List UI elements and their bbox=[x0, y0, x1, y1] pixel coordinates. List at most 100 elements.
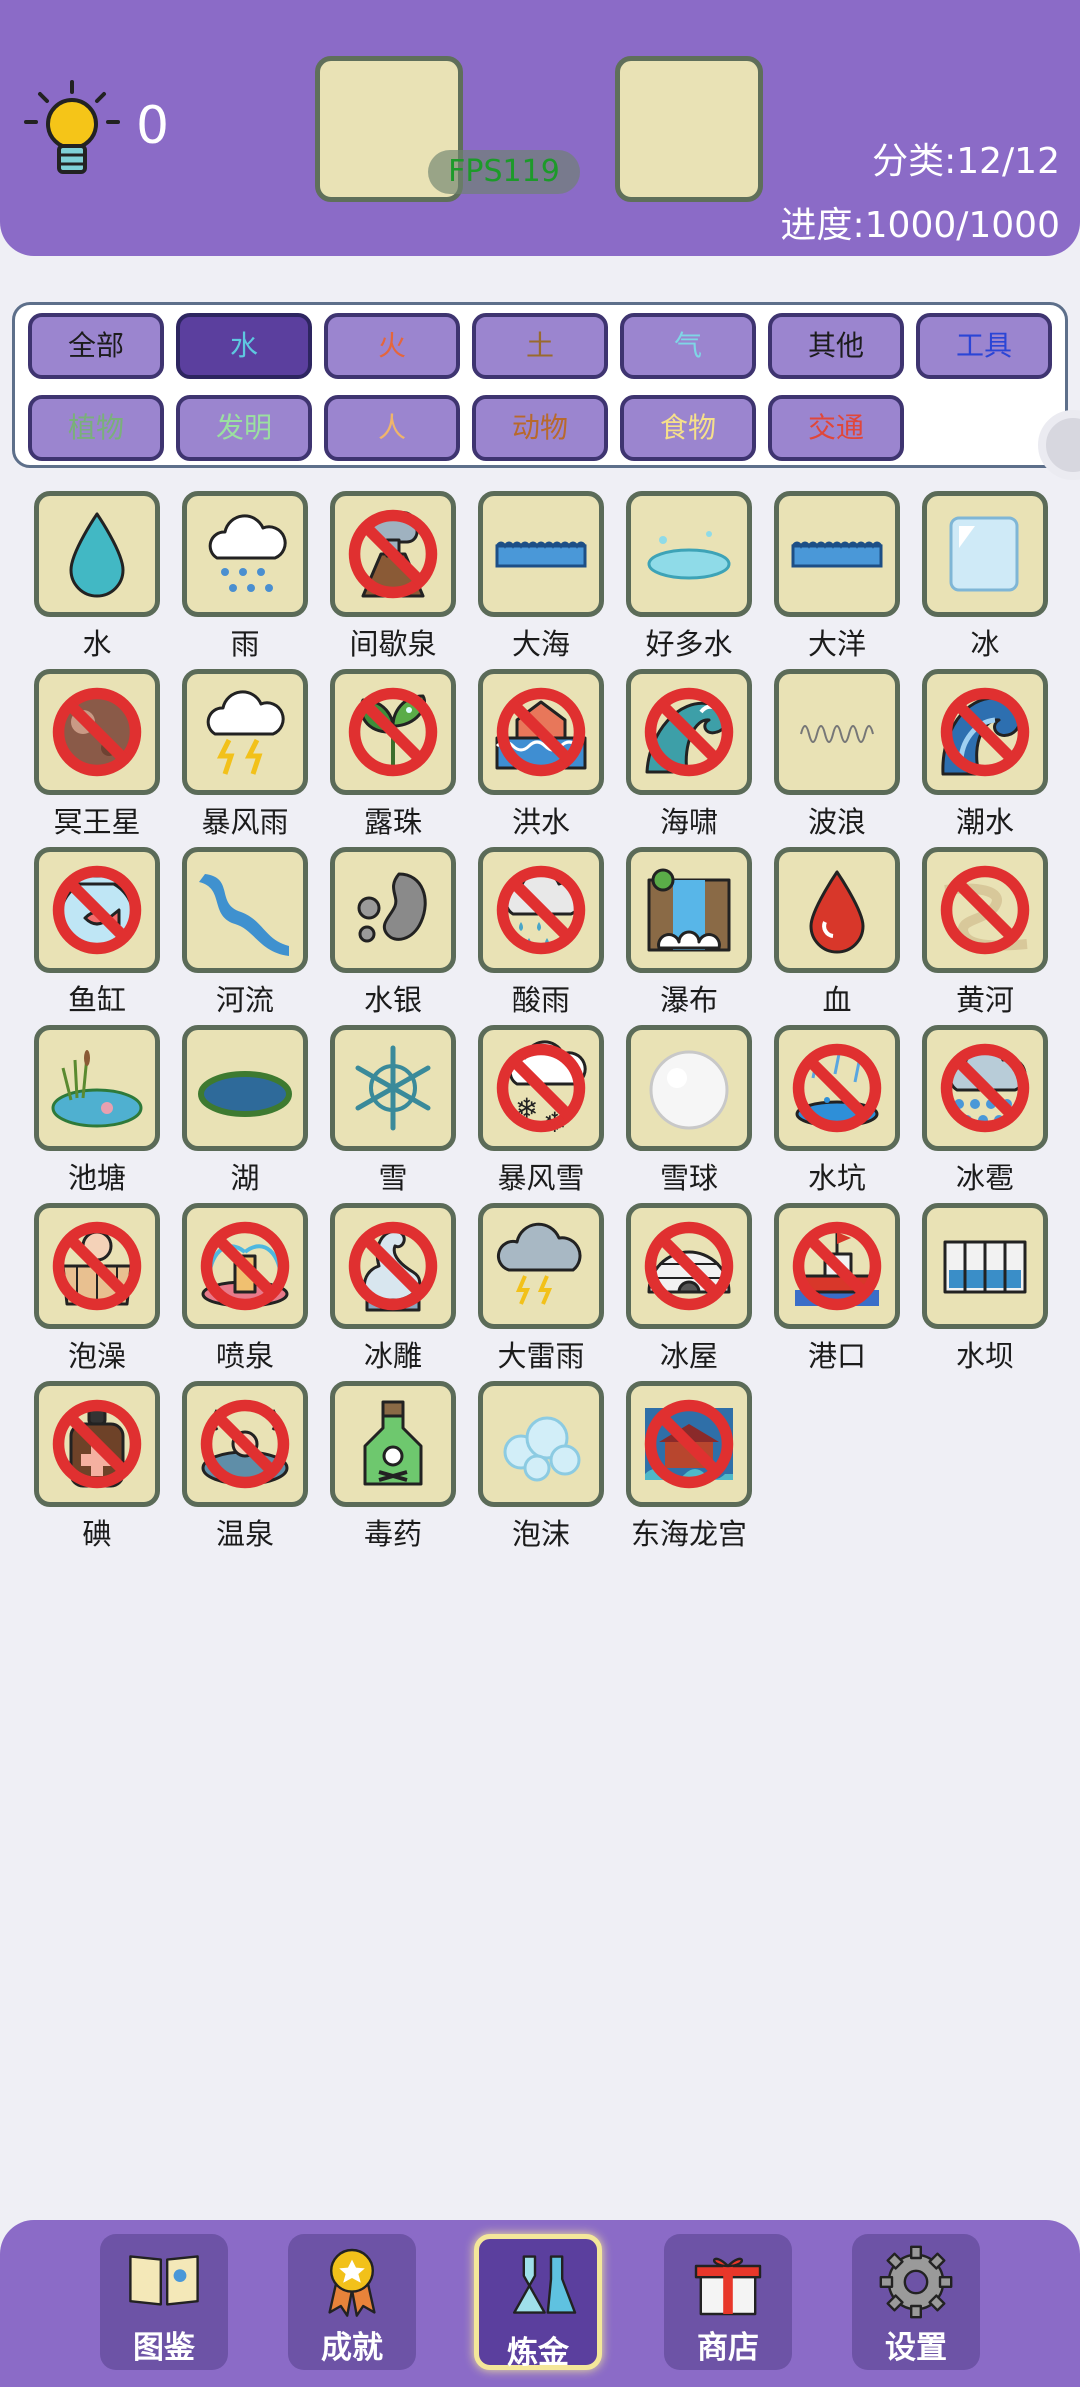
category-chip[interactable]: 水 bbox=[176, 313, 312, 379]
element-card[interactable]: 大海 bbox=[476, 488, 606, 664]
element-card[interactable]: 波浪 bbox=[772, 666, 902, 842]
element-card[interactable]: 洪水 bbox=[476, 666, 606, 842]
element-card[interactable]: 间歇泉 bbox=[328, 488, 458, 664]
element-tile[interactable] bbox=[330, 1203, 456, 1329]
element-tile[interactable] bbox=[626, 847, 752, 973]
nav-flask-button[interactable]: 炼金 bbox=[474, 2234, 602, 2371]
lightbulb-hint-icon[interactable] bbox=[22, 78, 122, 182]
element-card[interactable]: 血 bbox=[772, 844, 902, 1020]
element-tile[interactable] bbox=[34, 1025, 160, 1151]
element-card[interactable]: 温泉 bbox=[180, 1378, 310, 1554]
element-card[interactable]: 雨 bbox=[180, 488, 310, 664]
element-tile[interactable] bbox=[626, 491, 752, 617]
nav-medal-button[interactable]: 成就 bbox=[288, 2234, 416, 2370]
element-tile[interactable] bbox=[626, 1203, 752, 1329]
element-card[interactable]: 大洋 bbox=[772, 488, 902, 664]
element-card[interactable]: 泡沫 bbox=[476, 1378, 606, 1554]
element-tile[interactable] bbox=[774, 491, 900, 617]
element-tile[interactable] bbox=[182, 669, 308, 795]
element-card[interactable]: 暴风雨 bbox=[180, 666, 310, 842]
element-tile[interactable] bbox=[34, 669, 160, 795]
element-card[interactable]: 瀑布 bbox=[624, 844, 754, 1020]
category-chip[interactable]: 土 bbox=[472, 313, 608, 379]
element-tile[interactable] bbox=[774, 847, 900, 973]
element-card[interactable]: 水 bbox=[32, 488, 162, 664]
element-tile[interactable] bbox=[922, 1203, 1048, 1329]
element-tile[interactable] bbox=[626, 1381, 752, 1507]
element-tile[interactable] bbox=[478, 491, 604, 617]
element-tile[interactable] bbox=[922, 847, 1048, 973]
element-tile[interactable] bbox=[478, 1381, 604, 1507]
element-card[interactable]: 水坝 bbox=[920, 1200, 1050, 1376]
element-card[interactable]: 泡澡 bbox=[32, 1200, 162, 1376]
element-card[interactable]: 黄河 bbox=[920, 844, 1050, 1020]
element-card[interactable]: 好多水 bbox=[624, 488, 754, 664]
category-chip[interactable]: 人 bbox=[324, 395, 460, 461]
element-tile[interactable] bbox=[922, 491, 1048, 617]
element-tile[interactable] bbox=[182, 847, 308, 973]
element-card[interactable]: 冥王星 bbox=[32, 666, 162, 842]
element-tile[interactable] bbox=[182, 491, 308, 617]
element-tile[interactable] bbox=[34, 1381, 160, 1507]
element-tile[interactable] bbox=[626, 669, 752, 795]
element-card[interactable]: 池塘 bbox=[32, 1022, 162, 1198]
element-tile[interactable] bbox=[774, 669, 900, 795]
element-card[interactable]: 冰雹 bbox=[920, 1022, 1050, 1198]
element-tile[interactable]: ❄ ❄ bbox=[478, 1025, 604, 1151]
element-tile[interactable] bbox=[922, 669, 1048, 795]
category-chip[interactable]: 火 bbox=[324, 313, 460, 379]
element-card[interactable]: 露珠 bbox=[328, 666, 458, 842]
element-card[interactable]: 大雷雨 bbox=[476, 1200, 606, 1376]
category-chip[interactable]: 动物 bbox=[472, 395, 608, 461]
element-card[interactable]: 酸雨 bbox=[476, 844, 606, 1020]
element-tile[interactable] bbox=[478, 847, 604, 973]
element-tile[interactable] bbox=[182, 1025, 308, 1151]
element-card[interactable]: 河流 bbox=[180, 844, 310, 1020]
element-card[interactable]: ❄ ❄ 暴风雪 bbox=[476, 1022, 606, 1198]
element-card[interactable]: 水坑 bbox=[772, 1022, 902, 1198]
category-chip[interactable]: 气 bbox=[620, 313, 756, 379]
element-tile[interactable] bbox=[330, 669, 456, 795]
element-card[interactable]: 碘 bbox=[32, 1378, 162, 1554]
element-tile[interactable] bbox=[34, 847, 160, 973]
element-tile[interactable] bbox=[182, 1381, 308, 1507]
element-tile[interactable] bbox=[922, 1025, 1048, 1151]
element-tile[interactable] bbox=[330, 847, 456, 973]
element-tile[interactable] bbox=[330, 1025, 456, 1151]
category-chip[interactable]: 工具 bbox=[916, 313, 1052, 379]
category-chip[interactable]: 植物 bbox=[28, 395, 164, 461]
nav-gear-button[interactable]: 设置 bbox=[852, 2234, 980, 2370]
nav-gift-button[interactable]: 商店 bbox=[664, 2234, 792, 2370]
nav-book-button[interactable]: 图鉴 bbox=[100, 2234, 228, 2370]
element-card[interactable]: 东海龙宫 bbox=[624, 1378, 754, 1554]
element-card[interactable]: 雪 bbox=[328, 1022, 458, 1198]
element-card[interactable]: 潮水 bbox=[920, 666, 1050, 842]
element-card[interactable]: 雪球 bbox=[624, 1022, 754, 1198]
element-card[interactable]: 鱼缸 bbox=[32, 844, 162, 1020]
category-chip[interactable]: 食物 bbox=[620, 395, 756, 461]
element-card[interactable]: 冰 bbox=[920, 488, 1050, 664]
element-tile[interactable] bbox=[478, 1203, 604, 1329]
element-card[interactable]: 毒药 bbox=[328, 1378, 458, 1554]
element-card[interactable]: 喷泉 bbox=[180, 1200, 310, 1376]
element-card[interactable]: 港口 bbox=[772, 1200, 902, 1376]
category-chip[interactable]: 交通 bbox=[768, 395, 904, 461]
element-tile[interactable] bbox=[330, 1381, 456, 1507]
element-tile[interactable] bbox=[774, 1025, 900, 1151]
element-tile[interactable] bbox=[774, 1203, 900, 1329]
element-tile[interactable] bbox=[182, 1203, 308, 1329]
combine-slot-right[interactable] bbox=[615, 56, 763, 202]
element-tile[interactable] bbox=[626, 1025, 752, 1151]
element-card[interactable]: 湖 bbox=[180, 1022, 310, 1198]
element-card[interactable]: 冰雕 bbox=[328, 1200, 458, 1376]
element-card[interactable]: 冰屋 bbox=[624, 1200, 754, 1376]
category-chip[interactable]: 发明 bbox=[176, 395, 312, 461]
category-chip[interactable]: 其他 bbox=[768, 313, 904, 379]
element-card[interactable]: 海啸 bbox=[624, 666, 754, 842]
element-tile[interactable] bbox=[330, 491, 456, 617]
element-card[interactable]: 水银 bbox=[328, 844, 458, 1020]
element-tile[interactable] bbox=[478, 669, 604, 795]
element-tile[interactable] bbox=[34, 491, 160, 617]
category-chip[interactable]: 全部 bbox=[28, 313, 164, 379]
element-tile[interactable] bbox=[34, 1203, 160, 1329]
